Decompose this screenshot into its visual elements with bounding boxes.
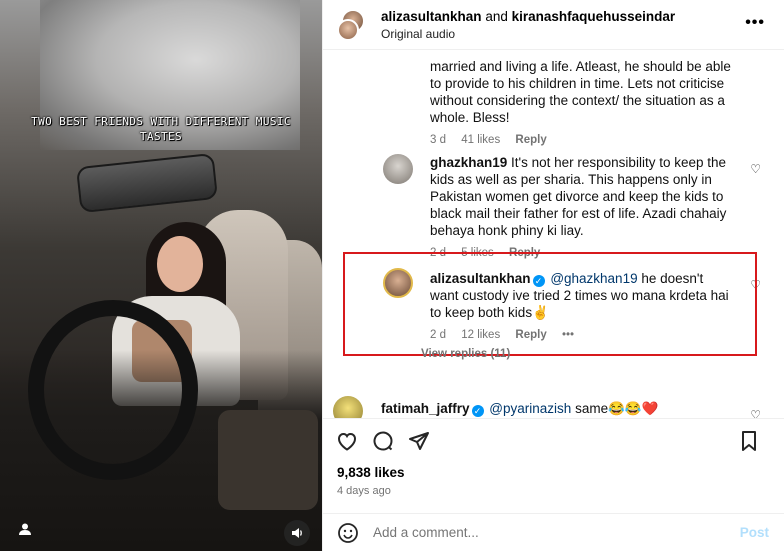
comment-text-row: ghazkhan19 It's not her responsibility t…: [430, 154, 735, 239]
comment-mention-link[interactable]: @pyarinazish: [489, 401, 571, 416]
emoji-smiley-icon[interactable]: [337, 522, 359, 544]
avatar[interactable]: [383, 154, 413, 184]
post-header: alizasultankhan and kiranashfaquehussein…: [323, 0, 784, 50]
steering-wheel-visual: [28, 300, 198, 480]
center-console-visual: [218, 410, 318, 510]
comment-text: married and living a life. Atleast, he s…: [430, 59, 731, 125]
user-tag-icon[interactable]: [18, 522, 36, 540]
header-title: alizasultankhan and kiranashfaquehussein…: [381, 8, 675, 26]
like-comment-heart-icon[interactable]: ♡: [750, 408, 761, 418]
more-options-icon[interactable]: •••: [745, 14, 765, 32]
avatar[interactable]: [337, 18, 359, 41]
comment-meta: 3 d 41 likes Reply: [430, 132, 735, 149]
header-joiner: and: [485, 8, 508, 24]
comment-body: ghazkhan19 It's not her responsibility t…: [430, 154, 735, 262]
comment-username-link[interactable]: fatimah_jaffry: [381, 401, 470, 416]
comment-time: 3 d: [430, 134, 446, 146]
verified-badge-icon: ✓: [471, 405, 484, 417]
likes-count-link[interactable]: 9,838 likes: [337, 465, 405, 480]
comment-bubble-icon[interactable]: [371, 429, 395, 453]
audio-link[interactable]: Original audio: [381, 26, 675, 42]
save-bookmark-icon[interactable]: [737, 429, 761, 453]
add-comment-row: Post: [323, 513, 784, 551]
like-comment-heart-icon[interactable]: ♡: [750, 162, 761, 176]
comment-text: same😂😂❤️: [575, 401, 659, 416]
post-comment-button[interactable]: Post: [740, 525, 769, 540]
post-sidebar: alizasultankhan and kiranashfaquehussein…: [322, 0, 784, 551]
reel-video[interactable]: TWO BEST FRIENDS WITH DIFFERENT MUSIC TA…: [0, 0, 322, 551]
comment-username-link[interactable]: ghazkhan19: [430, 155, 507, 170]
post-actions: 9,838 likes 4 days ago Post: [323, 418, 784, 548]
comment-body: married and living a life. Atleast, he s…: [430, 58, 735, 149]
share-paper-plane-icon[interactable]: [407, 429, 431, 453]
comment-likes-link[interactable]: 41 likes: [461, 134, 500, 146]
rearview-mirror-visual: [75, 152, 219, 214]
avatar[interactable]: [333, 396, 363, 418]
collaborator-username-link[interactable]: kiranashfaquehusseindar: [512, 9, 676, 24]
add-comment-input[interactable]: [373, 525, 740, 540]
author-username-link[interactable]: alizasultankhan: [381, 9, 482, 24]
header-text: alizasultankhan and kiranashfaquehussein…: [381, 8, 675, 42]
comments-list[interactable]: married and living a life. Atleast, he s…: [323, 50, 784, 418]
collab-avatars[interactable]: [337, 8, 369, 41]
video-caption: TWO BEST FRIENDS WITH DIFFERENT MUSIC TA…: [31, 115, 291, 143]
speaker-icon[interactable]: [284, 520, 310, 546]
post-timestamp[interactable]: 4 days ago: [337, 485, 391, 497]
view-replies-button[interactable]: View replies (11): [421, 348, 510, 360]
person-face-visual: [157, 236, 203, 292]
comment-body: fatimah_jaffry ✓ @pyarinazish same😂😂❤️: [381, 400, 686, 417]
like-heart-icon[interactable]: [335, 429, 359, 453]
highlight-box: [343, 252, 757, 356]
reply-button[interactable]: Reply: [515, 134, 546, 146]
